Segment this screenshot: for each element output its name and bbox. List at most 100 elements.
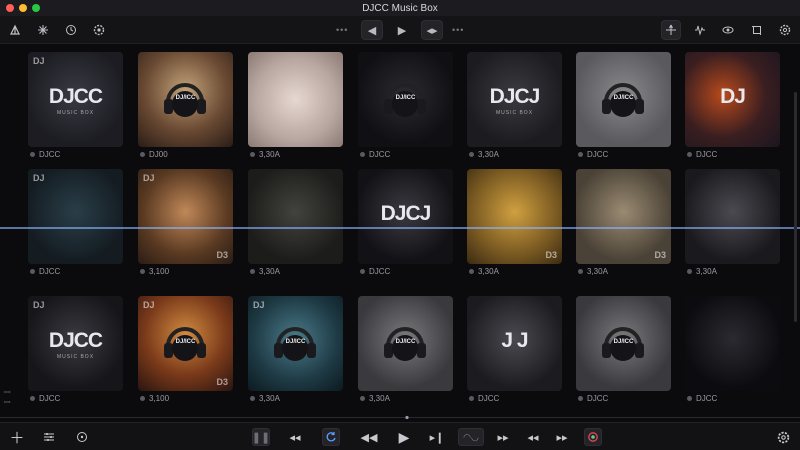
side-marks: ꟷꟷ — [4, 388, 11, 407]
toolbar-handle-left: ••• — [336, 25, 349, 35]
record-icon[interactable] — [584, 428, 602, 446]
album-caption-text: DJCC — [39, 150, 61, 159]
fast-forward-icon[interactable]: ▸▸ — [494, 428, 512, 446]
album-caption: DJCC — [469, 394, 499, 403]
album-tile[interactable]: J J — [467, 296, 562, 391]
close-window-button[interactable] — [6, 4, 14, 12]
plus-icon[interactable]: ＋ — [8, 428, 26, 447]
album-caption-text: DJCC — [369, 267, 391, 276]
crop-icon[interactable] — [747, 20, 767, 40]
album-caption: 3,100 — [140, 267, 169, 276]
status-dot — [140, 152, 145, 157]
album-tile[interactable]: DJ — [685, 52, 780, 147]
loop-icon[interactable] — [322, 428, 340, 446]
rewind-icon[interactable]: ◂◂ — [286, 428, 304, 446]
play-button[interactable]: ▶ — [392, 20, 412, 40]
album-tile[interactable]: DJ/ICC — [576, 296, 671, 391]
album-grid: DJ DJCC MUSIC BOX DJCC DJ/ICC DJ00 3,30A DJ/ICC… — [0, 44, 800, 422]
album-caption-text: DJ00 — [149, 150, 168, 159]
title-bar: DJCC Music Box — [0, 0, 800, 16]
status-dot — [469, 396, 474, 401]
equalizer-icon[interactable] — [40, 428, 58, 446]
status-dot — [360, 396, 365, 401]
split-view-button[interactable]: ◂▸ — [421, 20, 443, 40]
crossfade-icon[interactable]: ◠◡ — [458, 428, 484, 446]
album-caption: 3,100 — [140, 394, 169, 403]
album-art-label: DJ/ICC — [613, 339, 634, 345]
album-tile[interactable]: DJ DJCC MUSIC BOX — [28, 296, 123, 391]
album-corner-mark: D3 — [654, 250, 666, 260]
waveform-icon[interactable] — [690, 20, 710, 40]
status-dot — [250, 152, 255, 157]
album-tile[interactable]: DJ/ICC — [358, 52, 453, 147]
gear-badge-icon[interactable] — [89, 20, 109, 40]
step-back-icon[interactable]: ◂◂ — [524, 428, 542, 446]
album-tile[interactable] — [248, 169, 343, 264]
album-tile[interactable]: DJCJ — [358, 169, 453, 264]
album-corner-mark: D3 — [216, 250, 228, 260]
maximize-window-button[interactable] — [32, 4, 40, 12]
album-caption-text: DJCC — [696, 394, 718, 403]
sparkle-icon[interactable] — [33, 20, 53, 40]
minimize-window-button[interactable] — [19, 4, 27, 12]
step-forward-icon[interactable]: ▸▸ — [553, 428, 571, 446]
toolbar-handle-right: ••• — [452, 25, 465, 35]
album-caption-text: DJCC — [587, 150, 609, 159]
status-dot — [140, 396, 145, 401]
settings-icon[interactable] — [775, 20, 795, 40]
status-dot — [30, 269, 35, 274]
album-caption-text: 3,30A — [696, 267, 717, 276]
status-dot — [360, 269, 365, 274]
album-caption: 3,30A — [469, 150, 499, 159]
album-tile[interactable] — [685, 169, 780, 264]
vertical-scrollbar[interactable] — [794, 92, 797, 322]
album-art-label: DJ/ICC — [613, 95, 634, 101]
album-caption: DJCC — [360, 150, 390, 159]
album-tile[interactable]: DJ D3 — [138, 169, 233, 264]
album-tile[interactable]: D3 — [576, 169, 671, 264]
status-dot — [360, 152, 365, 157]
album-corner-mark: DJ — [253, 300, 265, 310]
status-dot — [687, 269, 692, 274]
album-tile[interactable]: DJ DJCC MUSIC BOX — [28, 52, 123, 147]
album-caption: DJCC — [687, 150, 717, 159]
timeline-scrubber[interactable] — [0, 413, 800, 422]
album-caption: DJCC — [360, 267, 390, 276]
previous-button[interactable]: ◀ — [361, 20, 383, 40]
album-tile[interactable]: DJ/ICC — [138, 52, 233, 147]
album-tile[interactable]: DJ/ICC — [576, 52, 671, 147]
album-tile[interactable] — [685, 296, 780, 391]
play-icon[interactable]: ▶ — [395, 428, 413, 446]
album-caption-text: 3,30A — [369, 394, 390, 403]
album-corner-mark: DJ — [33, 173, 45, 183]
pin-icon[interactable] — [661, 20, 681, 40]
skip-forward-icon[interactable]: ▸❙ — [428, 428, 446, 446]
clock-icon[interactable] — [61, 20, 81, 40]
window-controls — [6, 4, 40, 12]
status-dot — [687, 396, 692, 401]
gear-icon[interactable] — [774, 428, 792, 446]
triangle-logo-icon[interactable] — [5, 20, 25, 40]
album-tile[interactable]: D3 — [467, 169, 562, 264]
album-tile[interactable]: DJ/ICC DJ D3 — [138, 296, 233, 391]
album-tile[interactable]: DJCJ MUSIC BOX — [467, 52, 562, 147]
album-corner-mark: D3 — [216, 377, 228, 387]
bottom-toolbar: ＋ ❚❚ ◂◂ ◀◀ ▶ ▸❙ ◠◡ ▸▸ ◂◂ ▸▸ — [0, 422, 800, 450]
album-caption: DJCC — [30, 267, 60, 276]
album-tile[interactable]: DJ — [28, 169, 123, 264]
album-art-label: DJ/ICC — [175, 95, 196, 101]
album-logo-subtitle: MUSIC BOX — [495, 110, 534, 116]
album-logo: DJCJ — [380, 202, 432, 225]
album-logo: J J — [501, 329, 528, 352]
eye-icon[interactable] — [718, 20, 738, 40]
album-caption: 3,30A — [250, 150, 280, 159]
disc-icon[interactable] — [73, 428, 91, 446]
pause-icon[interactable]: ❚❚ — [252, 428, 270, 446]
skip-back-icon[interactable]: ◀◀ — [360, 428, 378, 446]
album-tile[interactable] — [248, 52, 343, 147]
album-art — [248, 169, 343, 264]
album-caption-text: 3,30A — [587, 267, 608, 276]
album-tile[interactable]: DJ/ICC — [358, 296, 453, 391]
status-dot — [469, 152, 474, 157]
album-tile[interactable]: DJ/ICC DJ — [248, 296, 343, 391]
